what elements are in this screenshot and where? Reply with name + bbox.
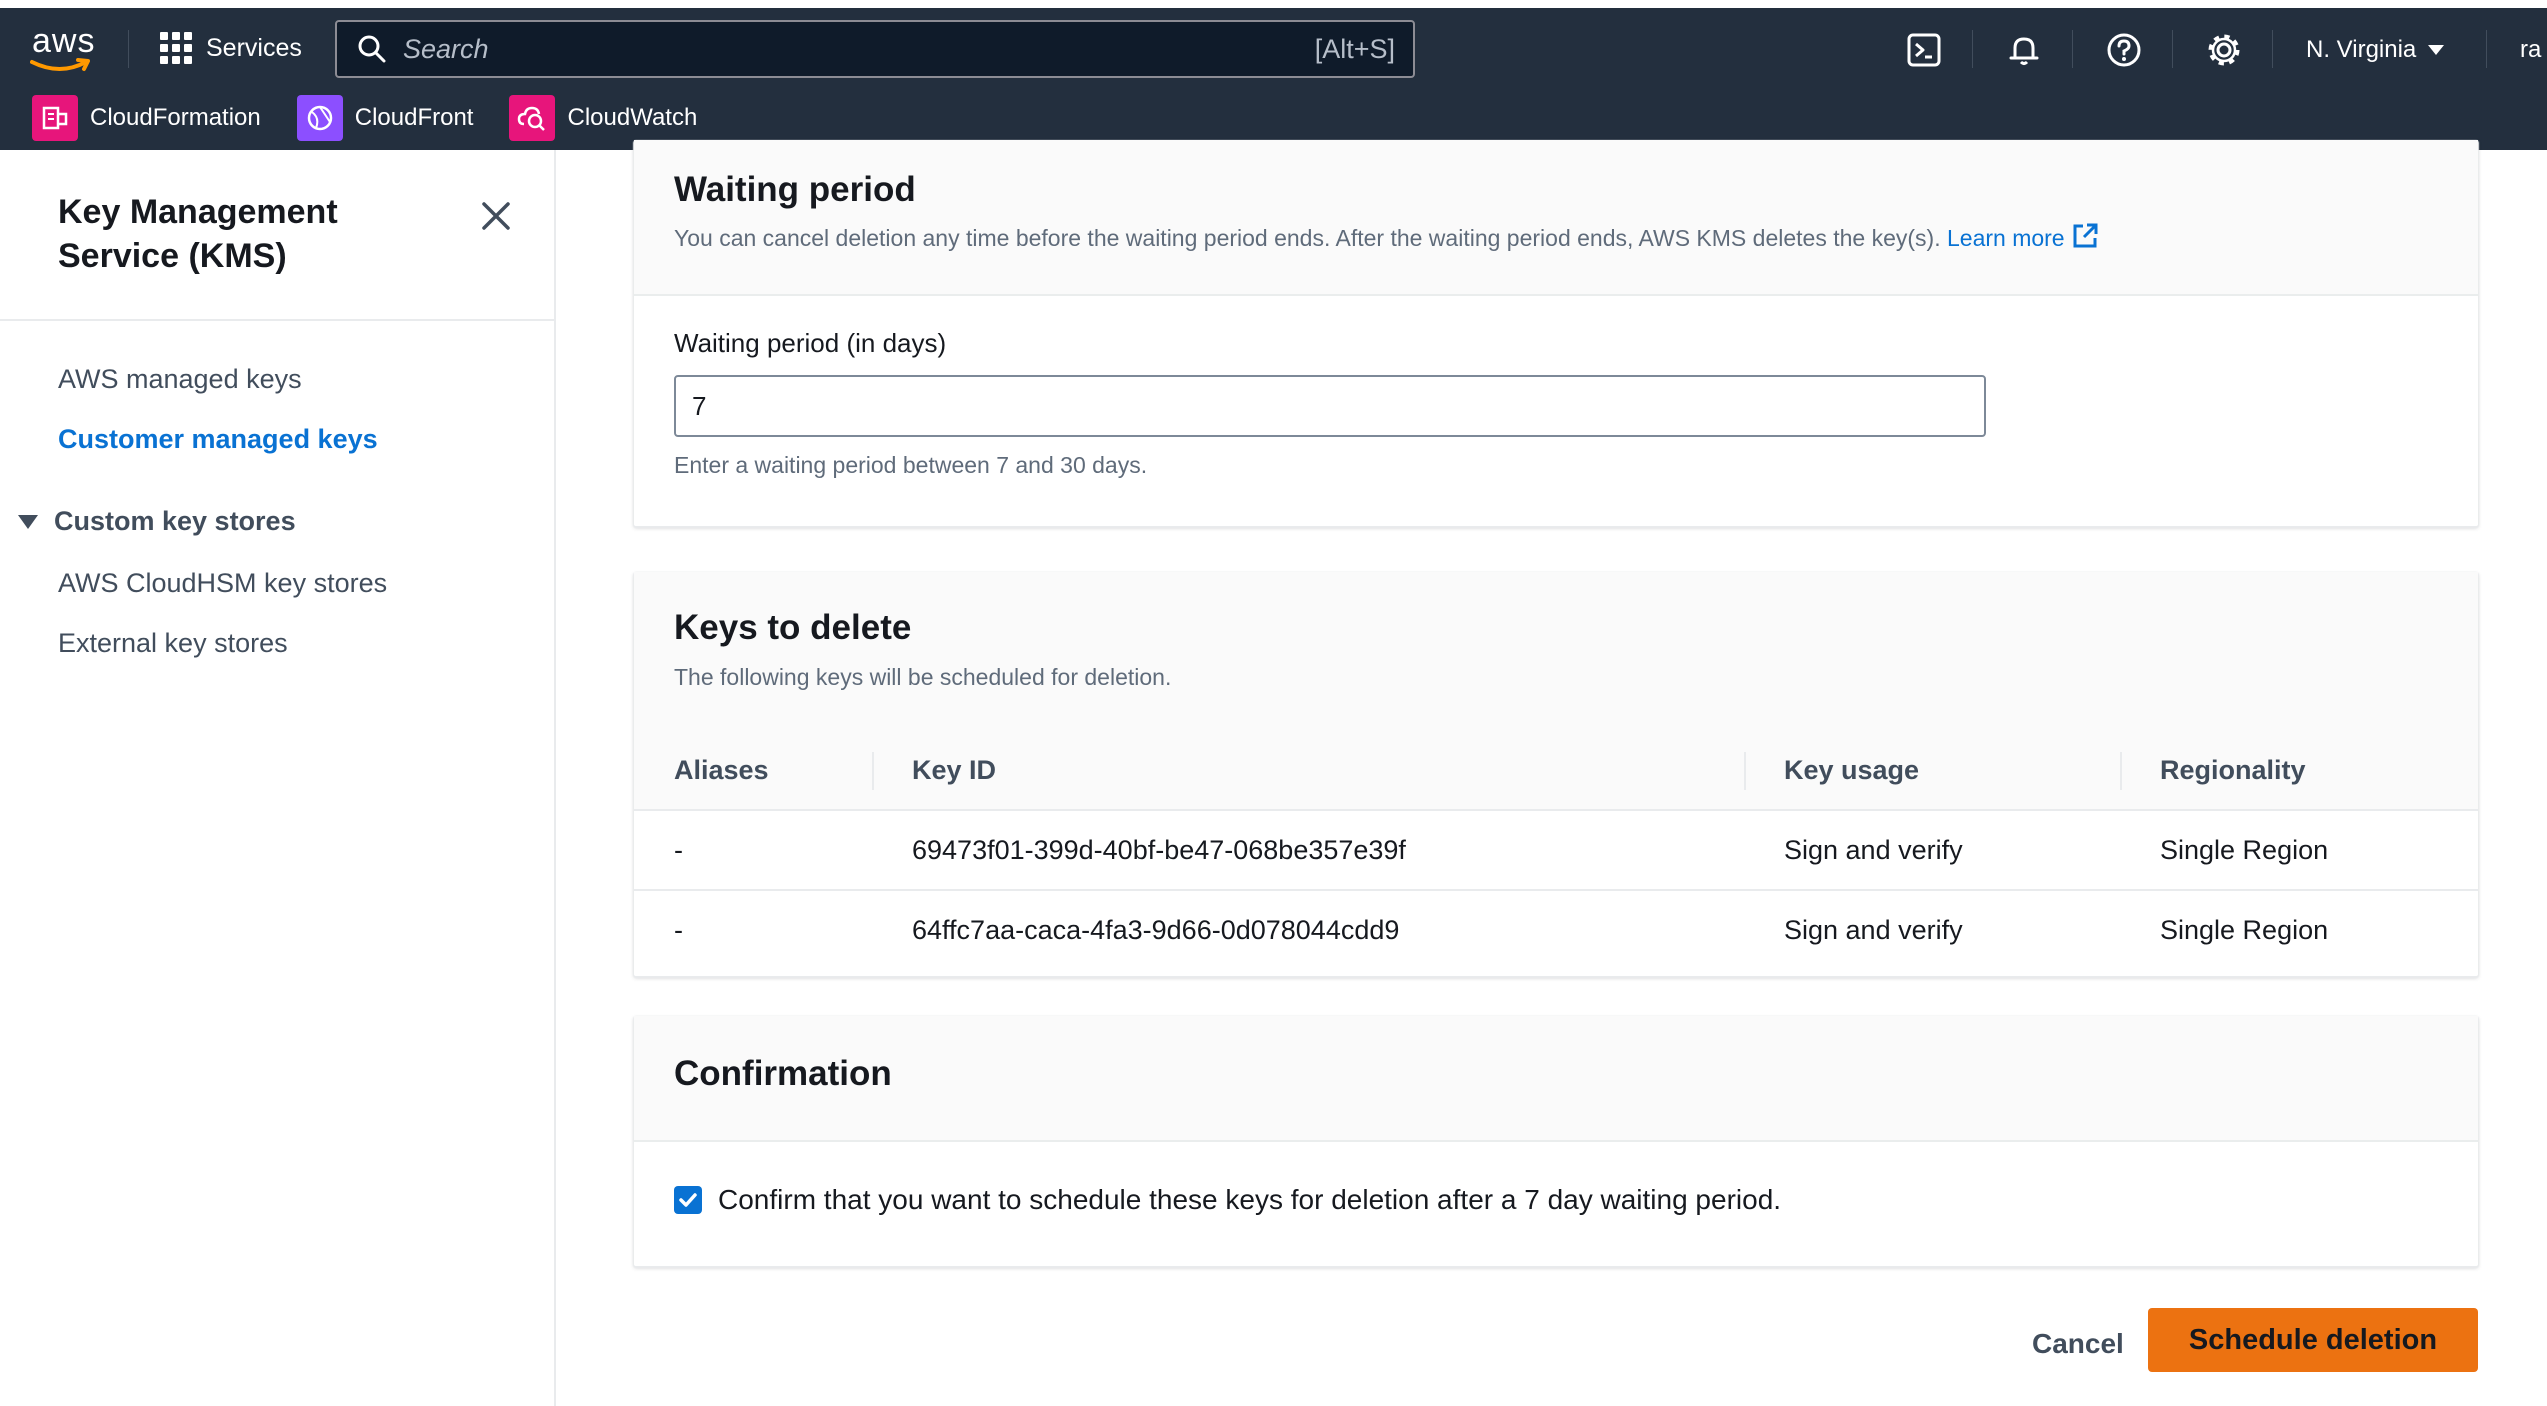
- waiting-period-description: You can cancel deletion any time before …: [674, 222, 2099, 252]
- region-label: N. Virginia: [2306, 36, 2417, 63]
- aws-smile-icon: [30, 58, 90, 71]
- favorite-label: CloudFront: [354, 104, 474, 131]
- cell-key-id: 69473f01-399d-40bf-be47-068be357e39f: [872, 810, 1744, 891]
- keys-to-delete-heading: Keys to delete: [674, 608, 912, 647]
- cloudformation-icon: [32, 95, 78, 141]
- column-header-aliases: Aliases: [634, 732, 872, 811]
- table-header-row: Aliases Key ID Key usage Regionality: [634, 732, 2478, 811]
- waiting-period-field-label: Waiting period (in days): [674, 328, 947, 358]
- cell-key-usage: Sign and verify: [1744, 810, 2120, 891]
- panel-header: Keys to delete The following keys will b…: [634, 572, 2478, 732]
- cloudfront-icon: [296, 95, 343, 141]
- favorite-cloudfront[interactable]: CloudFront: [296, 95, 474, 141]
- region-selector[interactable]: N. Virginia: [2306, 30, 2445, 70]
- keys-table: Aliases Key ID Key usage Regionality - 6…: [634, 732, 2478, 970]
- waiting-period-heading: Waiting period: [674, 170, 916, 209]
- sidebar-section-custom-key-stores[interactable]: Custom key stores: [18, 506, 296, 537]
- confirmation-heading: Confirmation: [674, 1054, 892, 1093]
- panel-header: Waiting period You can cancel deletion a…: [634, 140, 2478, 296]
- table-row: - 69473f01-399d-40bf-be47-068be357e39f S…: [634, 810, 2478, 891]
- favorites-bar: CloudFormation CloudFront CloudWatch: [0, 92, 2547, 144]
- nav-divider: [2272, 30, 2273, 68]
- favorite-label: CloudFormation: [90, 104, 261, 131]
- keys-to-delete-description: The following keys will be scheduled for…: [674, 664, 1172, 690]
- keys-to-delete-panel: Keys to delete The following keys will b…: [634, 572, 2478, 976]
- cell-key-id: 64ffc7aa-caca-4fa3-9d66-0d078044cdd9: [912, 915, 1400, 945]
- cloudshell-icon[interactable]: [1904, 30, 1944, 70]
- table-row: - 64ffc7aa-caca-4fa3-9d66-0d078044cdd9 S…: [634, 890, 2478, 970]
- favorite-cloudwatch[interactable]: CloudWatch: [509, 95, 697, 141]
- nav-divider: [2072, 30, 2073, 68]
- favorite-label: CloudWatch: [567, 104, 698, 131]
- nav-divider: [1972, 30, 1973, 68]
- search-shortcut-hint: [Alt+S]: [1314, 33, 1395, 64]
- close-icon[interactable]: [478, 198, 514, 234]
- nav-divider: [2486, 30, 2487, 68]
- notifications-bell-icon[interactable]: [2004, 30, 2044, 70]
- confirmation-checkbox-row[interactable]: Confirm that you want to schedule these …: [674, 1184, 1781, 1216]
- top-strip: [0, 0, 2547, 8]
- learn-more-link[interactable]: Learn more: [1947, 225, 2065, 251]
- column-header-key-id: Key ID: [872, 732, 1744, 811]
- checkmark-icon: [679, 1193, 697, 1207]
- cell-regionality: Single Region: [2120, 810, 2478, 891]
- sidebar-item-customer-managed-keys[interactable]: Customer managed keys: [58, 424, 378, 455]
- account-label: ra: [2520, 36, 2542, 63]
- settings-gear-icon[interactable]: [2204, 30, 2244, 70]
- top-nav-row: aws Services [Alt+S]: [0, 8, 2547, 88]
- cloudwatch-icon: [509, 95, 556, 141]
- search-icon: [358, 35, 386, 63]
- services-menu-button[interactable]: Services: [160, 28, 302, 68]
- sidebar-title: Key Management Service (KMS): [58, 193, 338, 275]
- cancel-button[interactable]: Cancel: [2008, 1315, 2148, 1373]
- help-icon[interactable]: [2104, 30, 2144, 70]
- search-box[interactable]: [Alt+S]: [335, 20, 1415, 78]
- waiting-period-input[interactable]: [674, 375, 1986, 437]
- main-content: Waiting period You can cancel deletion a…: [558, 140, 2547, 1406]
- sidebar-divider: [0, 319, 554, 321]
- confirmation-checkbox-label: Confirm that you want to schedule these …: [718, 1184, 1782, 1215]
- sidebar-section-label: Custom key stores: [54, 506, 296, 536]
- account-menu[interactable]: ra: [2520, 30, 2541, 70]
- cell-key-usage: Sign and verify: [1784, 915, 1963, 945]
- caret-down-icon: [2428, 45, 2445, 55]
- confirmation-checkbox[interactable]: [674, 1186, 702, 1214]
- waiting-period-panel: Waiting period You can cancel deletion a…: [634, 140, 2478, 526]
- nav-divider: [128, 30, 129, 68]
- confirmation-panel: Confirmation Confirm that you want to sc…: [634, 1016, 2478, 1266]
- expand-triangle-icon: [18, 514, 38, 529]
- side-navigation: Key Management Service (KMS) AWS managed…: [0, 150, 556, 1406]
- external-link-icon[interactable]: [2071, 222, 2099, 250]
- cell-alias: -: [634, 810, 872, 891]
- schedule-deletion-button[interactable]: Schedule deletion: [2148, 1308, 2478, 1372]
- search-input[interactable]: [403, 33, 1315, 65]
- sidebar-item-aws-managed-keys[interactable]: AWS managed keys: [58, 364, 302, 395]
- column-header-key-usage: Key usage: [1744, 732, 2120, 811]
- favorite-cloudformation[interactable]: CloudFormation: [32, 95, 261, 141]
- services-label: Services: [206, 33, 302, 62]
- aws-logo[interactable]: aws: [30, 22, 100, 78]
- column-header-regionality: Regionality: [2120, 732, 2478, 811]
- panel-header: Confirmation: [634, 1016, 2478, 1142]
- description-text: You can cancel deletion any time before …: [674, 225, 1941, 251]
- sidebar-item-cloudhsm-key-stores[interactable]: AWS CloudHSM key stores: [58, 568, 387, 599]
- cell-alias: -: [674, 915, 683, 945]
- apps-grid-icon: [160, 32, 192, 64]
- top-navigation: aws Services [Alt+S]: [0, 8, 2547, 150]
- nav-divider: [2172, 30, 2173, 68]
- cell-regionality: Single Region: [2160, 915, 2329, 945]
- waiting-period-constraint: Enter a waiting period between 7 and 30 …: [674, 452, 1148, 478]
- sidebar-item-external-key-stores[interactable]: External key stores: [58, 628, 288, 659]
